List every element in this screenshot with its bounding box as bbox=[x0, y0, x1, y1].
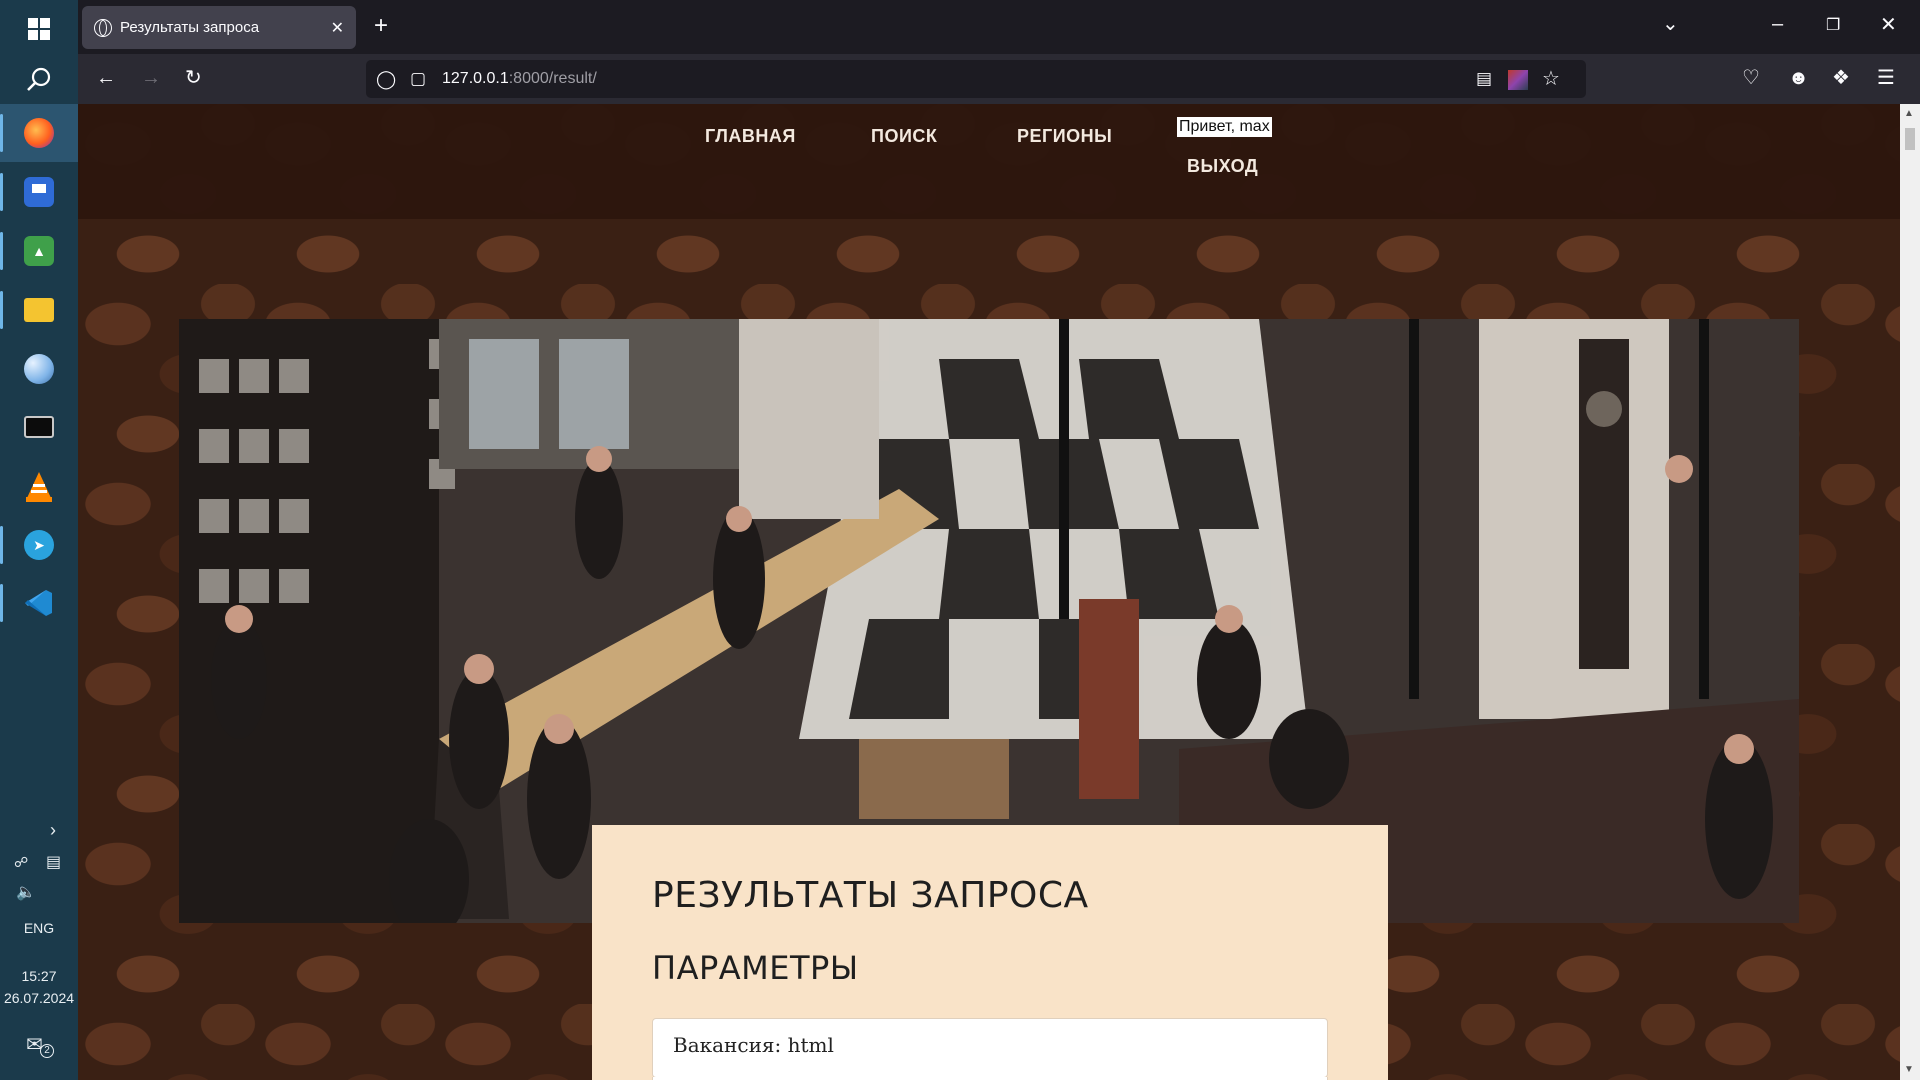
restore-icon[interactable]: ❐ bbox=[1826, 16, 1840, 36]
palette-icon bbox=[24, 354, 54, 384]
taskbar-vscode[interactable] bbox=[0, 574, 78, 632]
tab-close-icon[interactable]: ✕ bbox=[331, 18, 344, 38]
tab-strip: Результаты запроса ✕ + ⌄ – ❐ ✕ bbox=[78, 0, 1920, 54]
nav-home-link[interactable]: ГЛАВНАЯ bbox=[705, 126, 796, 147]
taskbar-app-paint[interactable] bbox=[0, 340, 78, 398]
taskbar-app-chart[interactable]: ▲ bbox=[0, 222, 78, 280]
search-button[interactable] bbox=[0, 50, 78, 108]
list-tabs-chevron-icon[interactable]: ⌄ bbox=[1662, 14, 1679, 34]
taskbar-app-save[interactable] bbox=[0, 163, 78, 221]
search-icon bbox=[27, 67, 51, 91]
taskbar-vlc[interactable] bbox=[0, 458, 78, 516]
taskbar-terminal[interactable] bbox=[0, 398, 78, 456]
url-text[interactable]: 127.0.0.1:8000/result/ bbox=[442, 70, 597, 88]
extensions-puzzle-icon[interactable]: ❖ bbox=[1832, 68, 1850, 88]
tab-title: Результаты запроса bbox=[120, 19, 260, 36]
taskbar-telegram[interactable]: ➤ bbox=[0, 516, 78, 574]
new-tab-icon[interactable]: + bbox=[374, 14, 388, 38]
page-icon: ▢ bbox=[410, 69, 427, 88]
vlc-cone-icon bbox=[26, 472, 52, 502]
telegram-icon: ➤ bbox=[24, 530, 54, 560]
page-scrollbar[interactable]: ▲ ▼ bbox=[1900, 104, 1920, 1080]
network-icon[interactable]: ☍ bbox=[14, 854, 28, 871]
notification-count-badge: 2 bbox=[40, 1044, 54, 1058]
scroll-down-icon[interactable]: ▼ bbox=[1904, 1064, 1914, 1075]
windows-logo-icon bbox=[28, 18, 50, 40]
scroll-up-icon[interactable]: ▲ bbox=[1904, 108, 1914, 119]
clock-time[interactable]: 15:27 bbox=[0, 968, 78, 984]
nav-regions-link[interactable]: РЕГИОНЫ bbox=[1017, 126, 1112, 147]
reader-view-icon[interactable]: ▤ bbox=[1476, 69, 1492, 89]
terminal-icon bbox=[24, 416, 54, 438]
firefox-icon bbox=[24, 118, 54, 148]
back-icon[interactable]: ← bbox=[96, 68, 116, 88]
menu-hamburger-icon[interactable]: ☰ bbox=[1877, 68, 1895, 88]
scrollbar-thumb[interactable] bbox=[1905, 128, 1915, 150]
chart-icon: ▲ bbox=[24, 236, 54, 266]
param-vacancy: Вакансия: html bbox=[652, 1018, 1328, 1078]
results-title: РЕЗУЛЬТАТЫ ЗАПРОСА bbox=[652, 875, 1089, 916]
reload-icon[interactable]: ↻ bbox=[185, 68, 202, 88]
url-bar[interactable]: ◯ ▢ 127.0.0.1:8000/result/ ▤ ☆ bbox=[366, 60, 1586, 98]
results-card: РЕЗУЛЬТАТЫ ЗАПРОСА ПАРАМЕТРЫ Вакансия: h… bbox=[592, 825, 1388, 1080]
account-icon[interactable]: ☻ bbox=[1788, 68, 1809, 88]
site-header: ГЛАВНАЯ ПОИСК РЕГИОНЫ Привет, max ВЫХОД bbox=[78, 104, 1900, 219]
extension-icon[interactable] bbox=[1508, 70, 1528, 90]
folder-icon bbox=[24, 298, 54, 322]
clock-date[interactable]: 26.07.2024 bbox=[0, 990, 78, 1006]
forward-icon[interactable]: → bbox=[141, 68, 161, 88]
close-window-icon[interactable]: ✕ bbox=[1880, 15, 1897, 35]
vscode-icon bbox=[25, 590, 52, 616]
params-title: ПАРАМЕТРЫ bbox=[652, 949, 859, 987]
bookmark-star-icon[interactable]: ☆ bbox=[1542, 69, 1560, 89]
monitor-icon[interactable]: ▤ bbox=[46, 852, 61, 872]
language-indicator[interactable]: ENG bbox=[0, 920, 78, 936]
shield-icon[interactable]: ◯ bbox=[376, 69, 396, 89]
page-viewport: ГЛАВНАЯ ПОИСК РЕГИОНЫ Привет, max ВЫХОД bbox=[78, 104, 1900, 1080]
taskbar-firefox[interactable] bbox=[0, 104, 78, 162]
nav-search-link[interactable]: ПОИСК bbox=[871, 126, 937, 147]
minimize-icon[interactable]: – bbox=[1772, 14, 1783, 34]
globe-icon bbox=[94, 18, 112, 37]
floppy-disk-icon bbox=[24, 177, 54, 207]
chevron-right-icon[interactable]: › bbox=[50, 820, 56, 841]
navigation-toolbar: ← → ↻ ◯ ▢ 127.0.0.1:8000/result/ ▤ ☆ ♡ ☻… bbox=[78, 54, 1920, 104]
windows-taskbar: ▲ ➤ › ☍ ▤ 🔈 ENG 15:27 26.07.2024 ✉ 2 bbox=[0, 0, 78, 1080]
pocket-icon[interactable]: ♡ bbox=[1742, 68, 1760, 88]
tab-results[interactable]: Результаты запроса ✕ bbox=[82, 6, 356, 49]
user-greeting: Привет, max bbox=[1177, 117, 1272, 137]
firefox-window: Результаты запроса ✕ + ⌄ – ❐ ✕ ← → ↻ ◯ ▢… bbox=[78, 0, 1920, 1080]
nav-logout-link[interactable]: ВЫХОД bbox=[1187, 156, 1258, 177]
taskbar-file-explorer[interactable] bbox=[0, 281, 78, 339]
speaker-icon[interactable]: 🔈 bbox=[16, 882, 36, 902]
